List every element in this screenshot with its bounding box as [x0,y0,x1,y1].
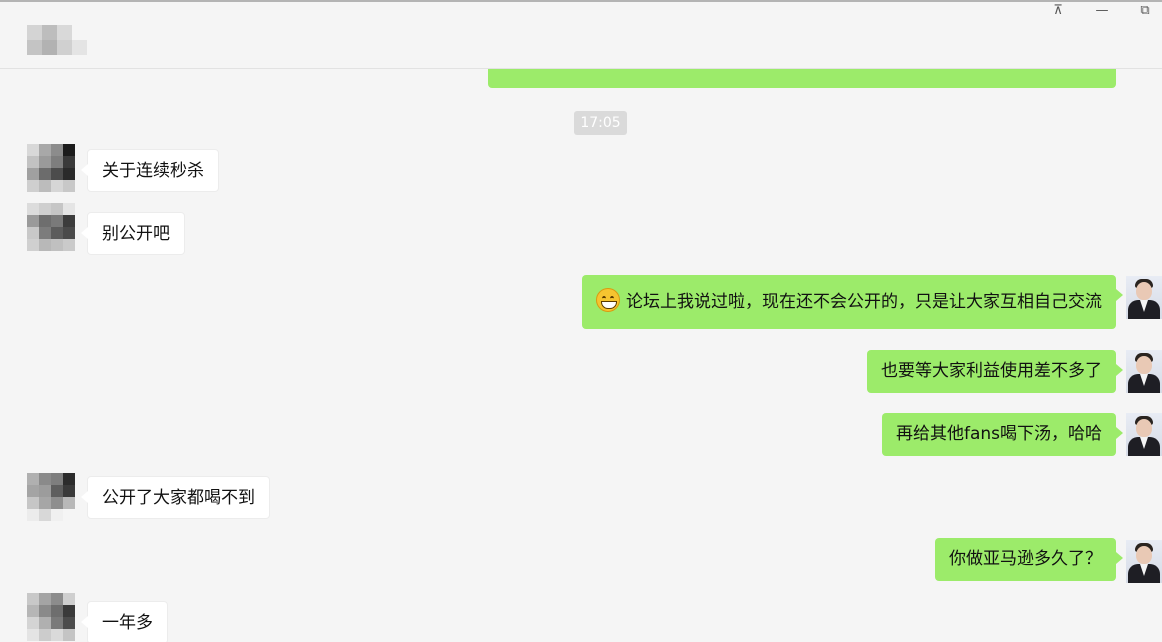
my-avatar[interactable] [1126,350,1162,393]
my-avatar[interactable] [1126,276,1162,319]
message-text: 别公开吧 [102,224,170,244]
grinning-emoji-icon [596,288,620,312]
message-text: 论坛上我说过啦，现在还不会公开的，只是让大家互相自己交流 [626,292,1102,312]
contact-avatar[interactable] [27,203,83,251]
message-list[interactable]: … 17:05 关于连续秒杀 别公开吧 论坛上我说过啦，现在还不会公开的，只是让… [0,69,1162,642]
contact-avatar[interactable] [27,473,75,521]
my-avatar[interactable] [1126,540,1162,583]
contact-avatar[interactable] [27,144,75,192]
message-text: 再给其他fans喝下汤，哈哈 [895,424,1102,444]
message-bubble-outgoing-partial: … [488,69,1116,88]
contact-avatar[interactable] [27,593,75,641]
message-text: … [502,69,519,70]
contact-name-pixelated [27,25,87,55]
message-text: 一年多 [102,613,153,633]
message-bubble-outgoing[interactable]: 论坛上我说过啦，现在还不会公开的，只是让大家互相自己交流 [582,275,1123,329]
message-bubble-outgoing[interactable]: 也要等大家利益使用差不多了 [867,350,1123,393]
my-avatar[interactable] [1126,413,1162,456]
message-timestamp: 17:05 [574,111,627,135]
message-text: 也要等大家利益使用差不多了 [881,361,1102,381]
message-text: 关于连续秒杀 [102,161,204,181]
message-text: 你做亚马逊多久了？ [949,549,1102,569]
message-bubble-outgoing[interactable]: 再给其他fans喝下汤，哈哈 [881,413,1124,456]
chat-header: ⊼ — ⧉ [0,2,1162,69]
message-bubble-incoming[interactable]: 别公开吧 [81,212,185,255]
message-bubble-incoming[interactable]: 公开了大家都喝不到 [81,476,270,519]
message-bubble-incoming[interactable]: 关于连续秒杀 [81,149,219,192]
message-text: 公开了大家都喝不到 [102,488,255,508]
minimize-button[interactable]: — [1088,0,1116,23]
restore-button[interactable]: ⧉ [1131,0,1159,23]
message-bubble-incoming[interactable]: 一年多 [81,601,168,642]
pin-icon[interactable]: ⊼ [1044,0,1072,23]
message-bubble-outgoing[interactable]: 你做亚马逊多久了？ [935,538,1123,581]
